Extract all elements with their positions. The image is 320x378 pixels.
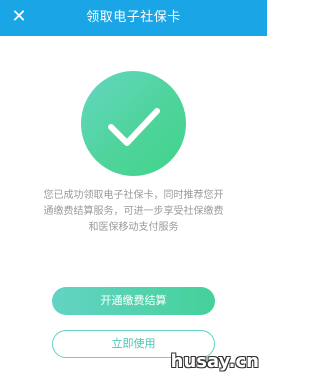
watermark-logo: husay.cn [170,351,259,372]
app-header: ✕ 领取电子社保卡 [0,0,267,36]
checkmark-icon [108,108,160,146]
success-description: 您已成功领取电子社保卡，同时推荐您开通缴费结算服务，可进一步享受社保缴费和医保移… [43,190,224,233]
page-title: 领取电子社保卡 [86,10,181,25]
success-badge [81,71,186,176]
enable-payment-settlement-button[interactable]: 开通缴费结算 [52,287,215,315]
